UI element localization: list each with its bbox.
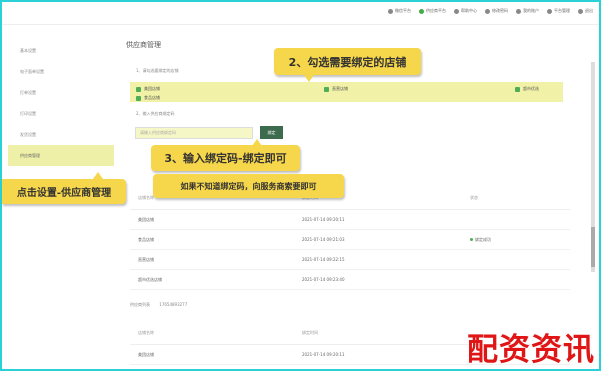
bind-code-input[interactable]: 请输入供应商绑定码 bbox=[135, 127, 253, 139]
sidebar-item-shipping[interactable]: 发货设置 bbox=[8, 124, 114, 145]
sidebar-item-basic[interactable]: 基本设置 bbox=[8, 40, 114, 61]
callout-arrow bbox=[252, 139, 262, 146]
checkbox-checked-icon bbox=[136, 86, 141, 92]
table-row: 超市优选店铺 2021-07-14 09:23:40 bbox=[130, 270, 570, 290]
topnav-item-platform[interactable]: 平台管理 bbox=[547, 8, 570, 14]
sidebar-item-waybill[interactable]: 电子面单设置 bbox=[8, 61, 114, 82]
gear-icon bbox=[547, 8, 552, 14]
sidebar-item-print[interactable]: 打印设置 bbox=[8, 103, 114, 124]
status-dot-icon bbox=[470, 238, 473, 241]
logout-icon bbox=[578, 8, 583, 14]
store-checkbox-4[interactable]: 超市优选 bbox=[515, 86, 539, 92]
top-nav: 微信平台 供应商平台 帮助中心 修改密码 我的账户 平台管理 退出 bbox=[388, 8, 593, 14]
wechat-icon bbox=[388, 8, 393, 14]
watermark-text: 配资资讯 bbox=[467, 332, 595, 368]
topnav-item-wechat[interactable]: 微信平台 bbox=[388, 8, 411, 14]
callout-select-store: 2、勾选需要绑定的店铺 bbox=[274, 48, 421, 75]
checkbox-checked-icon bbox=[324, 86, 329, 92]
sidebar-item-print-order[interactable]: 打单设置 bbox=[8, 82, 114, 103]
topnav-item-account[interactable]: 我的账户 bbox=[516, 8, 539, 14]
sidebar: 基本设置 电子面单设置 打单设置 打印设置 发货设置 供应商管理 bbox=[8, 40, 114, 166]
top-bar: 微信平台 供应商平台 帮助中心 修改密码 我的账户 平台管理 退出 bbox=[2, 2, 599, 25]
scrollbar-thumb[interactable] bbox=[591, 227, 595, 267]
store-checkbox-1[interactable]: 美团店铺 bbox=[136, 86, 160, 92]
step1-label: 1、请勾选要绑定的店铺 bbox=[136, 68, 179, 73]
checkbox-checked-icon bbox=[136, 95, 141, 101]
topnav-item-help[interactable]: 帮助中心 bbox=[454, 8, 477, 14]
supplier-list-label: 供应商列表 17654893277 bbox=[130, 302, 188, 307]
bind-button[interactable]: 绑定 bbox=[260, 126, 283, 139]
user-icon bbox=[516, 8, 521, 14]
callout-no-code-tip: 如果不知道绑定码，向服务商索要即可 bbox=[153, 174, 344, 198]
supplier-icon bbox=[419, 8, 424, 14]
store-checkbox-2[interactable]: 食品店铺 bbox=[136, 95, 160, 101]
callout-settings-path: 点击设置-供应商管理 bbox=[2, 179, 126, 204]
table-row: 直营店铺 2021-07-14 09:22:15 bbox=[130, 250, 570, 270]
topnav-item-password[interactable]: 修改密码 bbox=[485, 8, 508, 14]
checkbox-checked-icon bbox=[515, 86, 520, 92]
lock-icon bbox=[485, 8, 490, 14]
callout-arrow bbox=[304, 75, 314, 82]
callout-enter-code: 3、输入绑定码-绑定即可 bbox=[151, 145, 300, 171]
topnav-item-logout[interactable]: 退出 bbox=[578, 8, 593, 14]
store-selection-bar bbox=[130, 82, 563, 102]
topnav-item-supplier[interactable]: 供应商平台 bbox=[419, 8, 446, 14]
bound-stores-table: 店铺名称 绑定时间 状态 美团店铺 2021-07-14 09:20:11 食品… bbox=[130, 187, 570, 290]
table-row: 美团店铺 2021-07-14 09:20:11 bbox=[130, 210, 570, 230]
browser-frame: 微信平台 供应商平台 帮助中心 修改密码 我的账户 平台管理 退出 基本设置 电… bbox=[0, 0, 601, 371]
sidebar-item-supplier[interactable]: 供应商管理 bbox=[8, 145, 114, 166]
table-row: 食品店铺 2021-07-14 09:21:03 绑定成功 bbox=[130, 230, 570, 250]
step2-label: 2、输入供应商绑定码 bbox=[136, 111, 175, 116]
help-icon bbox=[454, 8, 459, 14]
store-checkbox-3[interactable]: 直营店铺 bbox=[324, 86, 348, 92]
callout-arrow bbox=[93, 172, 103, 179]
